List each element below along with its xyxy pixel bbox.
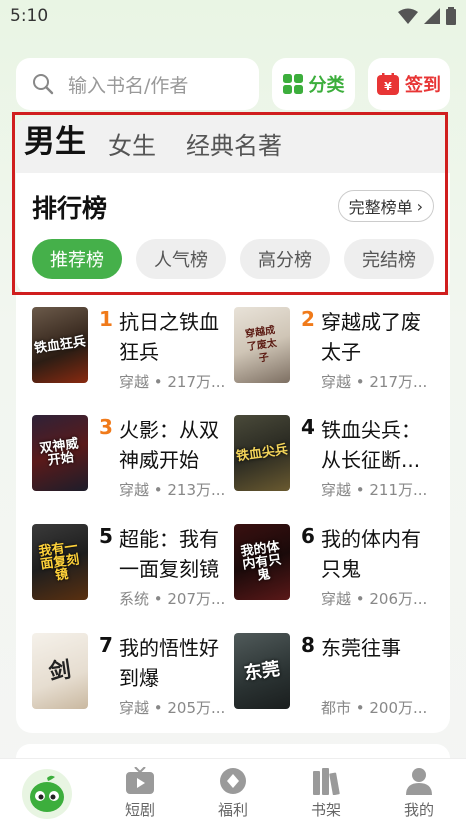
signin-button[interactable]: ¥ 签到 xyxy=(368,58,450,110)
book-cover: 铁血狂兵 xyxy=(32,307,88,383)
nav-home-logo[interactable] xyxy=(22,769,72,819)
book-meta: 穿越 • 217万... xyxy=(119,373,226,391)
nav-item-welfare[interactable]: 福利 xyxy=(203,767,263,820)
rank-number: 4 xyxy=(301,415,315,439)
nav-label: 书架 xyxy=(310,801,341,819)
svg-text:¥: ¥ xyxy=(384,80,392,93)
book-cover: 东莞 xyxy=(234,633,290,709)
rank-number: 5 xyxy=(99,524,113,548)
status-time: 5:10 xyxy=(10,6,49,26)
book-cover: 双神威开始 xyxy=(32,415,88,491)
tab-female[interactable]: 女生 xyxy=(108,126,156,161)
nav-label: 短剧 xyxy=(124,801,155,819)
book-meta: 都市 • 200万... xyxy=(321,699,428,717)
rank-number: 1 xyxy=(99,307,113,331)
book-meta: 穿越 • 206万... xyxy=(321,590,428,608)
book-item[interactable]: 剑 7 我的悟性好到爆 穿越 • 205万... xyxy=(32,633,237,733)
wifi-icon xyxy=(398,8,418,24)
book-item[interactable]: 我的体内有只鬼 6 我的体内有只鬼 穿越 • 206万... xyxy=(234,524,439,624)
cover-title: 铁血狂兵 xyxy=(33,333,87,357)
bookshelf-icon xyxy=(313,768,340,795)
rank-number: 3 xyxy=(99,415,113,439)
nav-item-short-drama[interactable]: 短剧 xyxy=(110,767,170,820)
chip-completed[interactable]: 完结榜 xyxy=(344,239,434,279)
tab-classics[interactable]: 经典名著 xyxy=(186,126,282,161)
cover-title: 剑 xyxy=(47,657,73,685)
full-list-button[interactable]: 完整榜单 › xyxy=(337,190,434,222)
cover-title: 穿越成了废太子 xyxy=(244,324,278,365)
book-item[interactable]: 双神威开始 3 火影：从双神威开始 穿越 • 213万... xyxy=(32,415,237,515)
chip-recommend[interactable]: 推荐榜 xyxy=(32,239,122,279)
book-title: 我的体内有只鬼 xyxy=(321,527,421,581)
search-icon xyxy=(33,74,54,95)
chip-high-score[interactable]: 高分榜 xyxy=(240,239,330,279)
book-cover: 铁血尖兵 xyxy=(234,415,290,491)
nav-label: 福利 xyxy=(217,801,248,819)
chip-popular[interactable]: 人气榜 xyxy=(136,239,226,279)
book-title: 抗日之铁血狂兵 xyxy=(119,310,219,364)
signal-icon xyxy=(424,8,440,24)
user-icon xyxy=(406,768,432,795)
ranking-header-card: 男生 女生 经典名著 排行榜 完整榜单 › 推荐榜 人气榜 高分榜 完结榜 xyxy=(16,117,450,295)
rank-number: 7 xyxy=(99,633,113,657)
cover-title: 铁血尖兵 xyxy=(235,441,289,465)
book-item[interactable]: 铁血狂兵 1 抗日之铁血狂兵 穿越 • 217万... xyxy=(32,307,237,407)
book-meta: 穿越 • 217万... xyxy=(321,373,428,391)
ranking-chips: 推荐榜 人气榜 高分榜 完结榜 xyxy=(32,239,434,279)
book-item[interactable]: 穿越成了废太子 2 穿越成了废太子 穿越 • 217万... xyxy=(234,307,439,407)
book-item[interactable]: 东莞 8 东莞往事 都市 • 200万... xyxy=(234,633,439,733)
battery-icon xyxy=(446,7,456,25)
nav-label: 我的 xyxy=(403,801,434,819)
gender-tabs: 男生 女生 经典名著 xyxy=(16,117,450,173)
search-input[interactable]: 输入书名/作者 xyxy=(16,58,259,110)
book-cover: 我的体内有只鬼 xyxy=(234,524,290,600)
book-meta: 系统 • 207万... xyxy=(119,590,226,608)
book-list: 铁血狂兵 1 抗日之铁血狂兵 穿越 • 217万... 穿越成了废太子 2 穿越… xyxy=(16,295,450,733)
tv-icon xyxy=(126,767,154,794)
book-cover: 我有一面复刻镜 xyxy=(32,524,88,600)
book-cover: 穿越成了废太子 xyxy=(234,307,290,383)
book-title: 穿越成了废太子 xyxy=(321,310,421,364)
bottom-nav: 短剧 福利 书架 我的 xyxy=(0,758,466,830)
category-button[interactable]: 分类 xyxy=(272,58,355,110)
book-title: 火影：从双神威开始 xyxy=(119,418,219,472)
status-icons xyxy=(398,7,456,25)
nav-item-bookshelf[interactable]: 书架 xyxy=(296,767,356,820)
cover-title: 我的体内有只鬼 xyxy=(239,538,283,584)
rank-number: 8 xyxy=(301,633,315,657)
full-list-label: 完整榜单 xyxy=(348,198,413,217)
search-placeholder: 输入书名/作者 xyxy=(68,74,189,97)
book-meta: 穿越 • 211万... xyxy=(321,481,428,499)
book-title: 我的悟性好到爆 xyxy=(119,636,219,690)
book-cover: 剑 xyxy=(32,633,88,709)
signin-label: 签到 xyxy=(405,75,441,96)
cover-title: 双神威开始 xyxy=(38,436,80,469)
book-title: 铁血尖兵：从长征断... xyxy=(321,418,421,472)
tab-male[interactable]: 男生 xyxy=(24,117,86,161)
bean-mascot-icon xyxy=(30,775,64,812)
book-meta: 穿越 • 213万... xyxy=(119,481,226,499)
rank-number: 2 xyxy=(301,307,315,331)
book-title: 东莞往事 xyxy=(321,636,401,660)
book-title: 超能：我有一面复刻镜 xyxy=(119,527,219,581)
ranking-title: 排行榜 xyxy=(32,194,108,223)
rank-number: 6 xyxy=(301,524,315,548)
book-item[interactable]: 我有一面复刻镜 5 超能：我有一面复刻镜 系统 • 207万... xyxy=(32,524,237,624)
calendar-icon: ¥ xyxy=(377,73,399,95)
chevron-right-icon: › xyxy=(416,196,423,216)
cover-title: 东莞 xyxy=(242,658,282,684)
book-meta: 穿越 • 205万... xyxy=(119,699,226,717)
nav-item-profile[interactable]: 我的 xyxy=(389,767,449,820)
category-label: 分类 xyxy=(308,75,345,96)
grid-icon xyxy=(282,74,303,94)
book-item[interactable]: 铁血尖兵 4 铁血尖兵：从长征断... 穿越 • 211万... xyxy=(234,415,439,515)
gift-diamond-icon xyxy=(220,768,246,794)
status-bar: 5:10 xyxy=(0,0,466,34)
cover-title: 我有一面复刻镜 xyxy=(37,538,81,584)
